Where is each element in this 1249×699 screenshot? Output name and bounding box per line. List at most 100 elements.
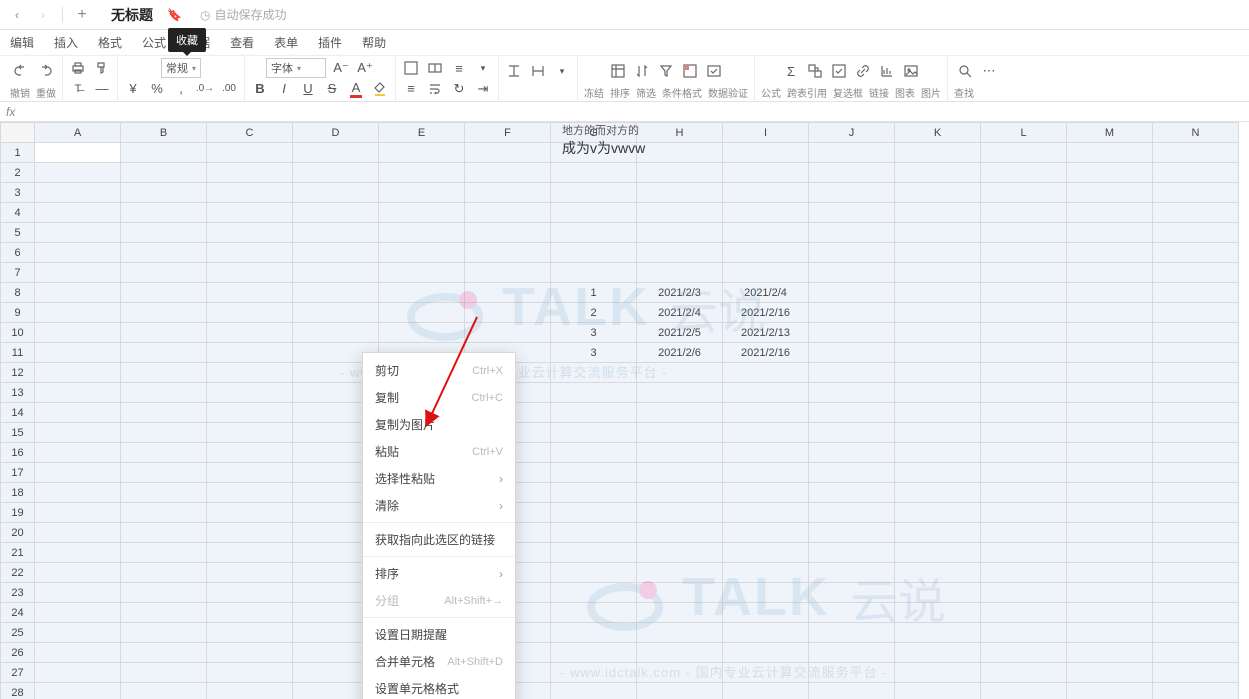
context-menu-item[interactable]: 选择性粘贴 — [363, 465, 515, 492]
cell[interactable] — [121, 483, 207, 503]
cell[interactable] — [207, 363, 293, 383]
cell[interactable] — [981, 303, 1067, 323]
cell[interactable] — [895, 183, 981, 203]
cell[interactable] — [121, 603, 207, 623]
row-header[interactable]: 27 — [1, 663, 35, 683]
column-header[interactable]: K — [895, 123, 981, 143]
cell[interactable] — [379, 303, 465, 323]
row-header[interactable]: 20 — [1, 523, 35, 543]
column-header[interactable]: C — [207, 123, 293, 143]
cell[interactable] — [895, 463, 981, 483]
cell-more-button[interactable]: ▾ — [553, 62, 571, 80]
cell[interactable] — [895, 343, 981, 363]
border-button[interactable] — [402, 59, 420, 77]
cell[interactable] — [1153, 243, 1239, 263]
cell[interactable] — [723, 583, 809, 603]
context-menu-item[interactable]: 设置单元格格式 — [363, 675, 515, 699]
cell[interactable] — [637, 543, 723, 563]
formula-button[interactable]: Σ — [782, 62, 800, 80]
cell[interactable] — [207, 443, 293, 463]
cell[interactable] — [981, 243, 1067, 263]
cell[interactable] — [637, 423, 723, 443]
cell[interactable] — [121, 163, 207, 183]
cell[interactable]: 2021/2/4 — [723, 283, 809, 303]
cell[interactable] — [1067, 503, 1153, 523]
cell[interactable] — [895, 203, 981, 223]
cell[interactable] — [981, 423, 1067, 443]
cell[interactable] — [121, 363, 207, 383]
link-button[interactable] — [854, 62, 872, 80]
cell[interactable] — [551, 663, 637, 683]
cell[interactable] — [895, 303, 981, 323]
row-height-button[interactable] — [505, 62, 523, 80]
row-header[interactable]: 6 — [1, 243, 35, 263]
chart-button[interactable] — [878, 62, 896, 80]
cell[interactable] — [637, 503, 723, 523]
cell[interactable] — [1067, 463, 1153, 483]
cell[interactable]: 2021/2/3 — [637, 283, 723, 303]
cell[interactable] — [895, 283, 981, 303]
cell[interactable] — [981, 383, 1067, 403]
column-header[interactable]: N — [1153, 123, 1239, 143]
row-header[interactable]: 28 — [1, 683, 35, 699]
cell[interactable]: 2021/2/5 — [637, 323, 723, 343]
cell[interactable] — [551, 523, 637, 543]
cell[interactable]: 3 — [551, 343, 637, 363]
cell[interactable] — [895, 503, 981, 523]
cell[interactable] — [1067, 283, 1153, 303]
cell[interactable] — [121, 203, 207, 223]
cell[interactable] — [379, 283, 465, 303]
row-header[interactable]: 16 — [1, 443, 35, 463]
fill-color-button[interactable] — [371, 80, 389, 98]
cell[interactable] — [637, 603, 723, 623]
cell[interactable] — [465, 143, 551, 163]
cell[interactable] — [1153, 203, 1239, 223]
cell[interactable] — [35, 563, 121, 583]
cell[interactable] — [551, 183, 637, 203]
cell[interactable] — [1153, 543, 1239, 563]
format-painter-button[interactable] — [93, 59, 111, 77]
cell[interactable] — [1067, 183, 1153, 203]
cell[interactable] — [981, 463, 1067, 483]
cell[interactable] — [723, 443, 809, 463]
cell[interactable] — [207, 683, 293, 699]
cell[interactable] — [895, 143, 981, 163]
dash-icon[interactable]: — — [93, 80, 111, 98]
cell[interactable] — [379, 223, 465, 243]
data-validation-button[interactable] — [705, 62, 723, 80]
cell[interactable] — [723, 363, 809, 383]
cell[interactable] — [895, 163, 981, 183]
cell[interactable] — [1153, 183, 1239, 203]
cell[interactable] — [981, 183, 1067, 203]
cell[interactable] — [809, 263, 895, 283]
cell[interactable] — [981, 643, 1067, 663]
cell[interactable] — [1067, 523, 1153, 543]
bookmark-icon[interactable]: 🔖 — [167, 8, 182, 22]
merge-cells-button[interactable] — [426, 59, 444, 77]
decrease-decimal-button[interactable]: .00 — [220, 80, 238, 98]
cell[interactable] — [35, 523, 121, 543]
cell[interactable] — [809, 303, 895, 323]
cell[interactable] — [121, 263, 207, 283]
cell[interactable] — [207, 383, 293, 403]
cell[interactable] — [35, 343, 121, 363]
menu-formula[interactable]: 公式 — [142, 34, 166, 51]
cell[interactable] — [379, 183, 465, 203]
cell[interactable] — [809, 403, 895, 423]
cell[interactable] — [379, 203, 465, 223]
clear-format-button[interactable]: T̶ — [69, 80, 87, 98]
row-header[interactable]: 11 — [1, 343, 35, 363]
cell[interactable] — [551, 563, 637, 583]
cell[interactable] — [551, 443, 637, 463]
cell[interactable] — [121, 503, 207, 523]
cell[interactable] — [981, 363, 1067, 383]
cell[interactable] — [723, 643, 809, 663]
row-header[interactable]: 17 — [1, 463, 35, 483]
row-header[interactable]: 1 — [1, 143, 35, 163]
font-size-decrease-button[interactable]: A⁻ — [332, 59, 350, 77]
cell[interactable] — [551, 643, 637, 663]
cell[interactable] — [809, 563, 895, 583]
cell[interactable] — [293, 283, 379, 303]
cell[interactable] — [35, 283, 121, 303]
cell[interactable] — [551, 363, 637, 383]
